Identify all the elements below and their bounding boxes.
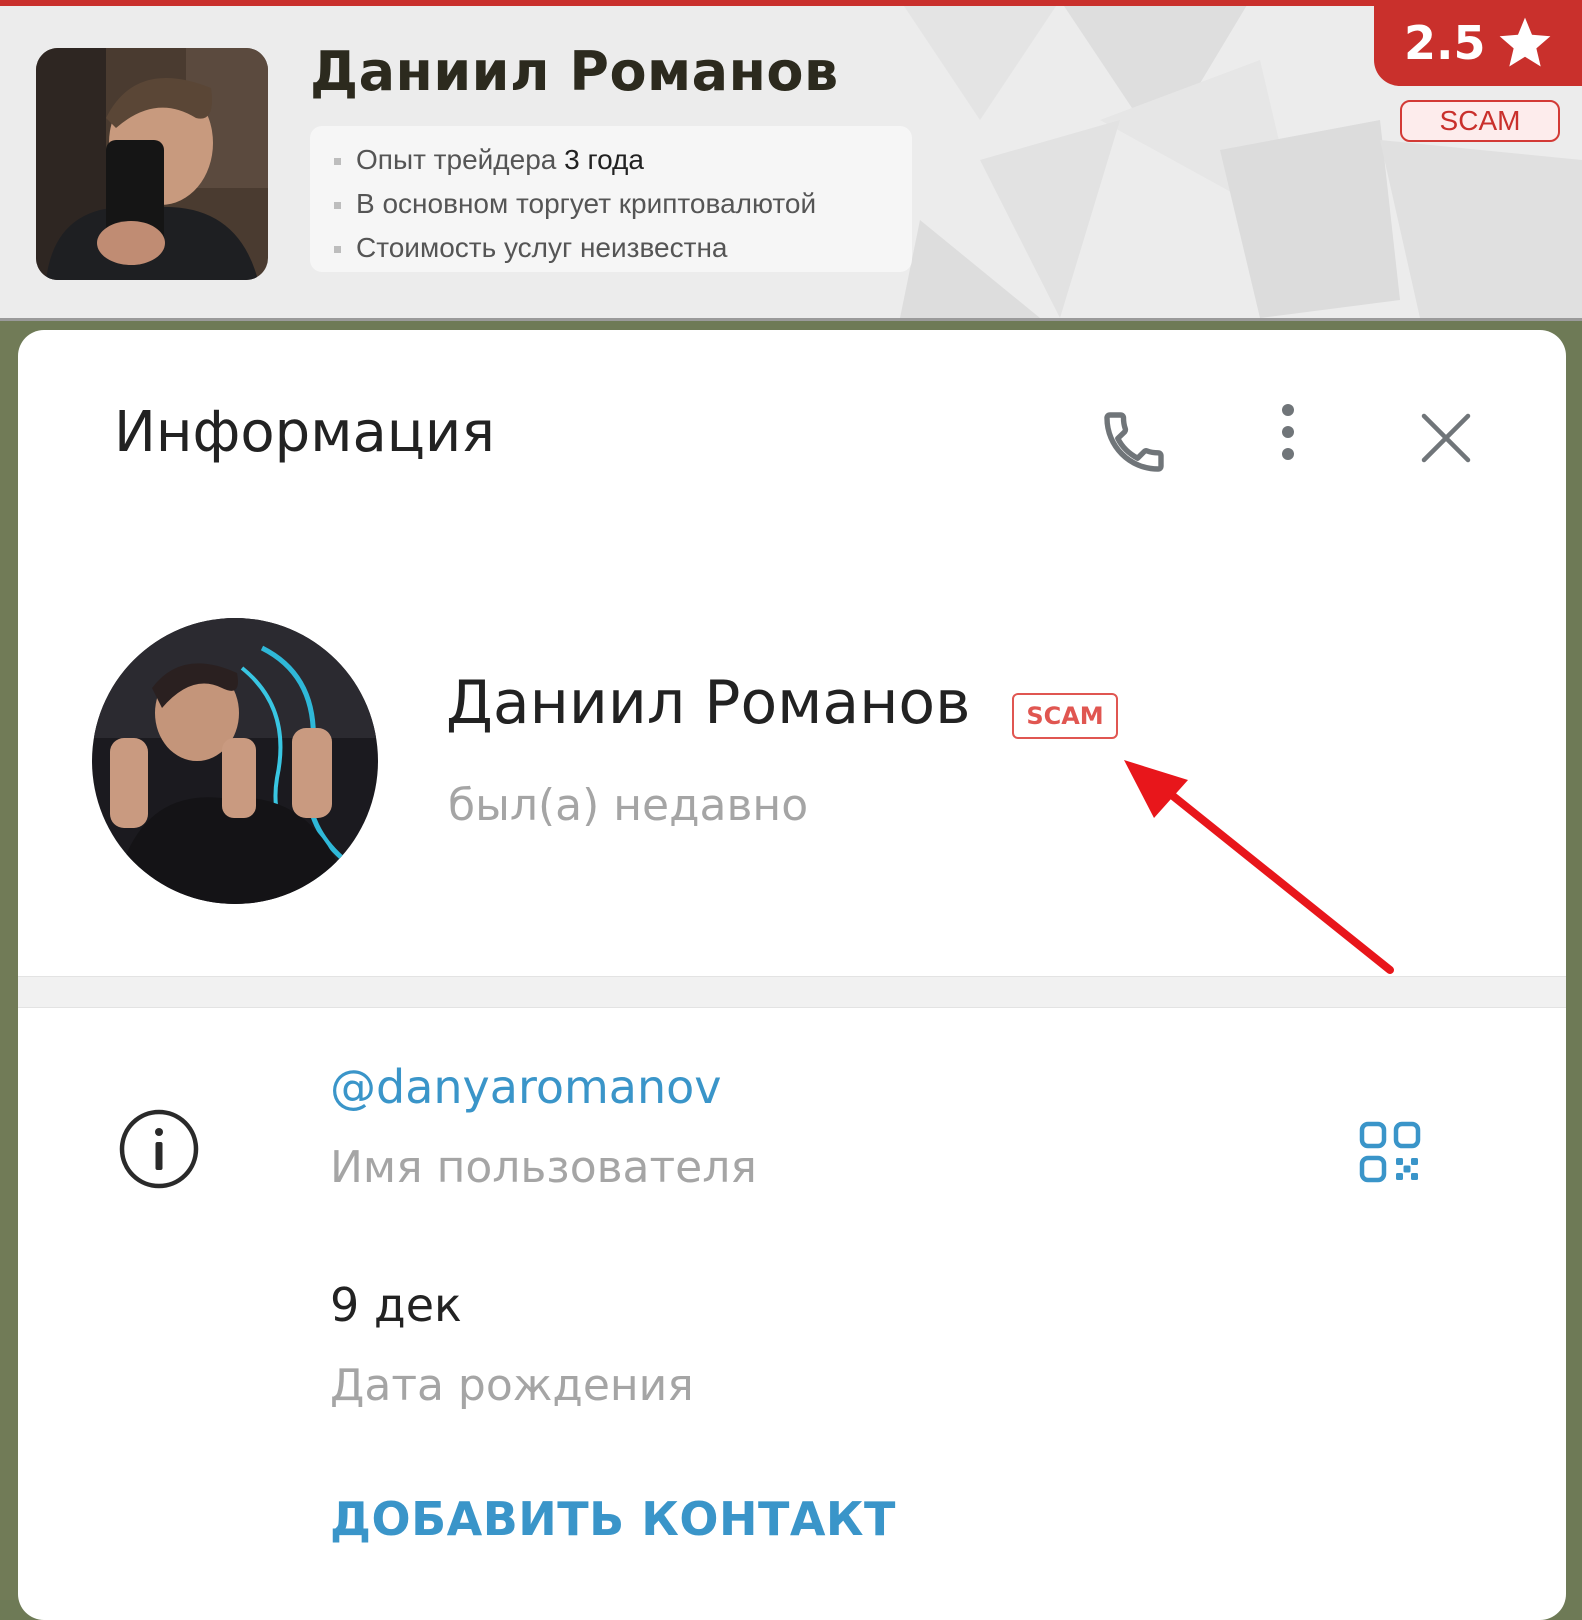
call-button[interactable]	[1098, 406, 1170, 478]
profile-avatar[interactable]	[92, 618, 378, 904]
background-edge	[0, 321, 20, 1600]
trader-name: Даниил Романов	[310, 40, 839, 103]
scam-label: SCAM	[1012, 693, 1118, 739]
fact-price: Стоимость услуг неизвестна	[332, 226, 912, 270]
dialog-title: Информация	[114, 400, 495, 465]
username-caption: Имя пользователя	[330, 1142, 757, 1193]
star-icon	[1499, 17, 1550, 67]
red-arrow-annotation	[1124, 760, 1394, 974]
close-icon	[1421, 413, 1471, 463]
fact-market: В основном торгует криптовалютой	[332, 182, 912, 226]
top-accent-stripe	[0, 0, 1582, 6]
qr-code-icon	[1359, 1121, 1421, 1183]
add-contact-button[interactable]: ДОБАВИТЬ КОНТАКТ	[330, 1492, 896, 1546]
more-options-button[interactable]	[1268, 402, 1308, 474]
birthday-caption: Дата рождения	[330, 1360, 694, 1411]
section-divider	[18, 976, 1566, 1008]
fact-experience: Опыт трейдера 3 года	[332, 138, 912, 182]
phone-icon	[1104, 412, 1164, 472]
profile-name: Даниил Романов	[446, 668, 971, 738]
birthday-value: 9 дек	[330, 1278, 462, 1332]
rating-badge: 2.5	[1374, 0, 1582, 86]
close-button[interactable]	[1418, 410, 1474, 466]
scam-badge: SCAM	[1400, 100, 1560, 142]
rating-value: 2.5	[1404, 16, 1486, 70]
user-info-dialog: Информация Даниил Романов SCAM был(а) не…	[18, 330, 1566, 1620]
last-seen-status: был(а) недавно	[448, 780, 809, 831]
trader-review-card: Даниил Романов Опыт трейдера 3 года В ос…	[0, 0, 1582, 321]
more-vertical-icon	[1282, 404, 1294, 460]
trader-facts: Опыт трейдера 3 года В основном торгует …	[310, 126, 912, 272]
trader-photo	[36, 48, 268, 280]
qr-code-button[interactable]	[1358, 1120, 1422, 1188]
username-link[interactable]: @danyaromanov	[330, 1060, 722, 1114]
info-icon	[119, 1109, 199, 1189]
